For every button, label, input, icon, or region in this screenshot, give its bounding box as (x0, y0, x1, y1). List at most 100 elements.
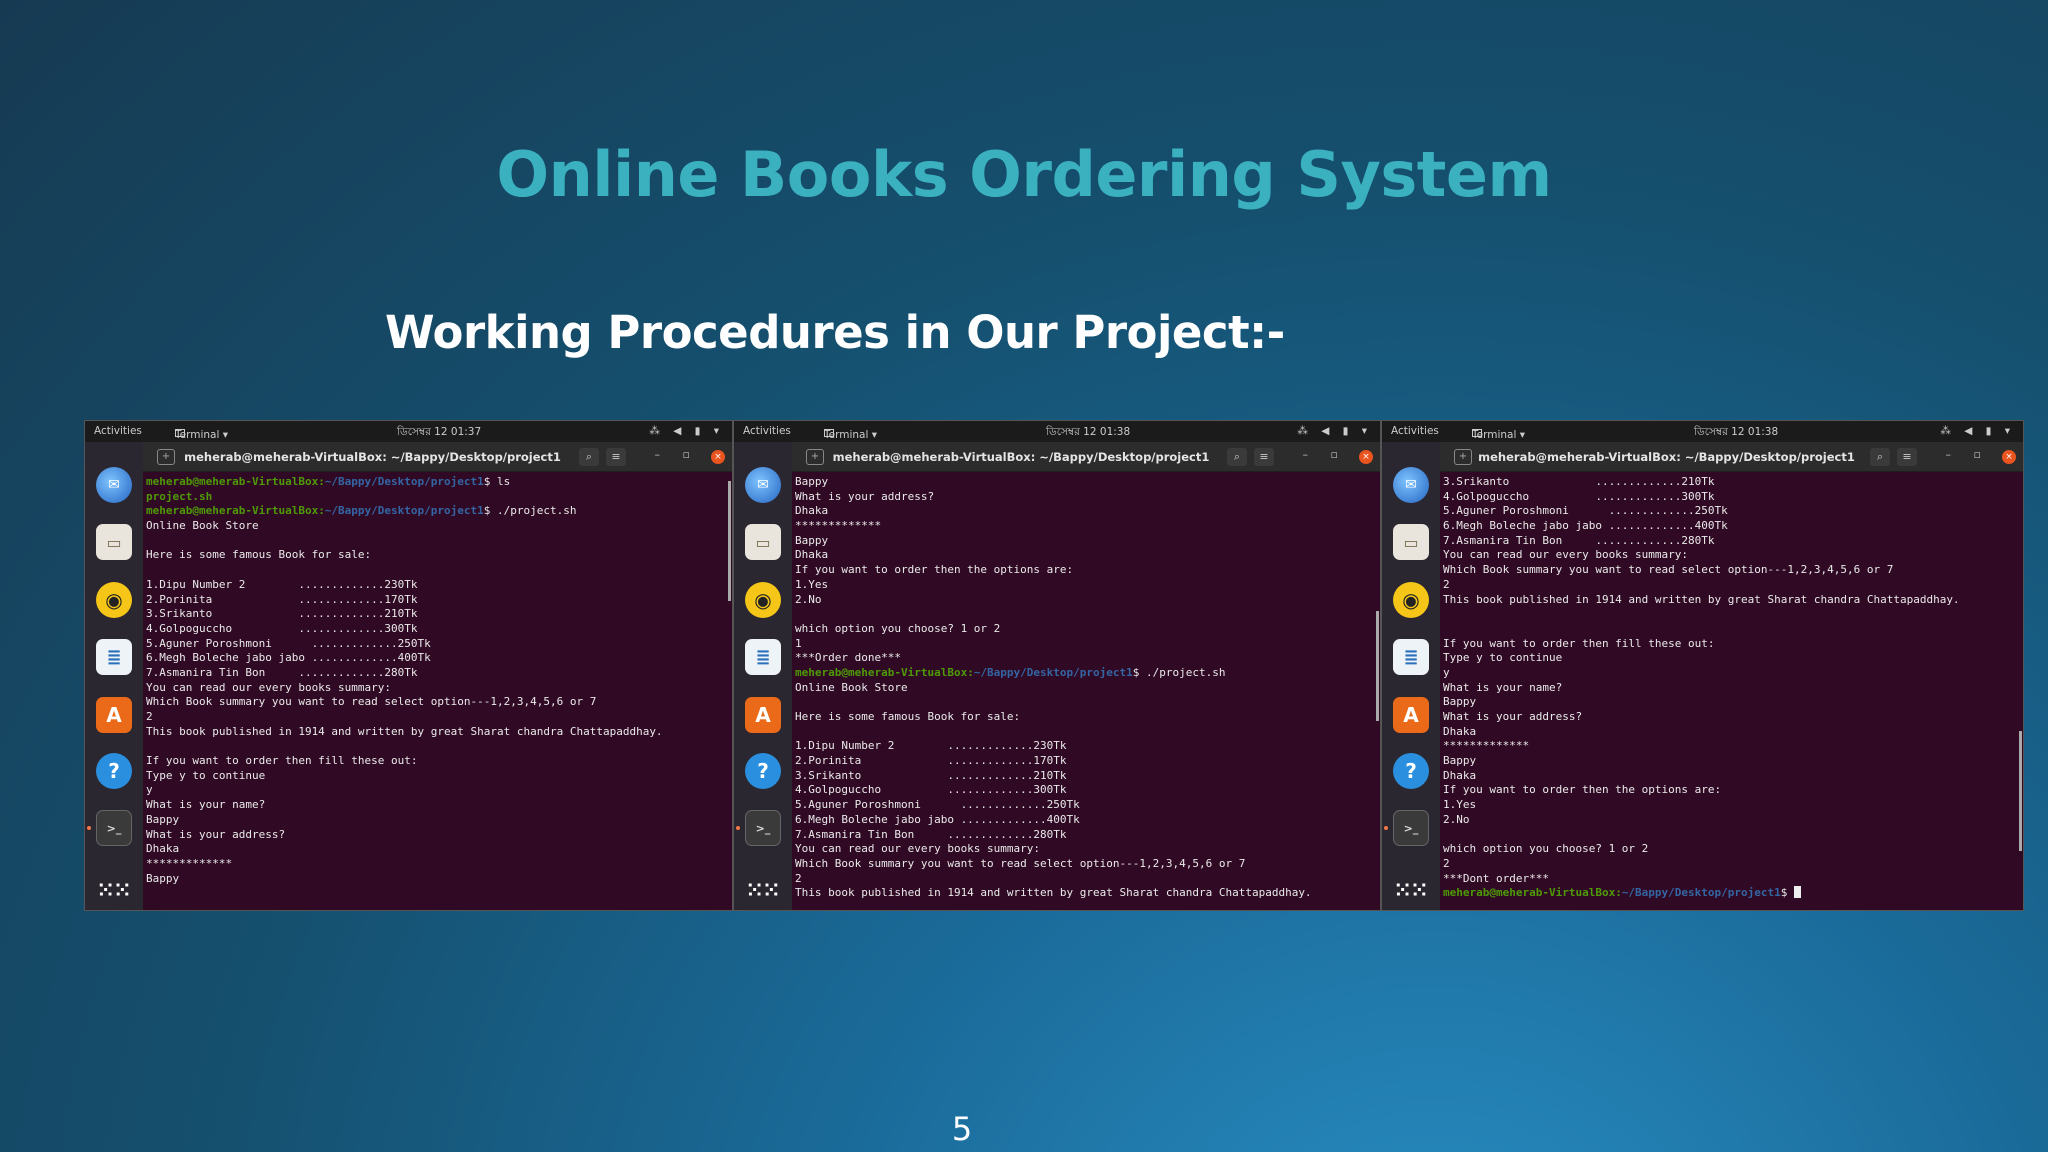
search-icon[interactable]: ⌕ (579, 448, 599, 466)
system-tray-icon[interactable]: ⁂ ◀ ▮ ▾ (1940, 425, 2015, 437)
terminal-line: 3.Srikanto .............210Tk (143, 607, 732, 622)
terminal-text: 1.Yes (795, 577, 829, 591)
writer-icon[interactable]: ≣ (1393, 639, 1429, 675)
writer-icon[interactable]: ≣ (96, 639, 132, 675)
menu-icon[interactable]: ≡ (1897, 448, 1917, 466)
help-icon[interactable]: ? (1393, 753, 1429, 789)
terminal-text: Which Book summary you want to read sele… (795, 856, 1246, 870)
maximize-icon[interactable]: ▫ (1331, 448, 1338, 461)
terminal-text: Here is some famous Book for sale: (795, 710, 1021, 723)
help-icon[interactable]: ? (745, 753, 781, 789)
system-tray-icon[interactable]: ⁂ ◀ ▮ ▾ (1297, 425, 1372, 437)
menu-icon[interactable]: ≡ (1254, 448, 1274, 466)
terminal-text: Online Book Store (795, 680, 908, 694)
slide-subtitle: Working Procedures in Our Project:- (385, 306, 1285, 359)
terminal-line: 1 (792, 637, 1380, 652)
show-apps-icon[interactable]: ⁙⁙ (96, 872, 132, 908)
terminal-line: which option you choose? 1 or 2 (792, 622, 1380, 637)
minimize-icon[interactable]: – (655, 448, 661, 461)
scrollbar[interactable] (2019, 731, 2022, 851)
terminal-text: which option you choose? 1 or 2 (1443, 842, 1649, 856)
terminal-text: What is your name? (1443, 680, 1563, 694)
terminal-line: If you want to order then the options ar… (1440, 783, 2023, 798)
terminal-line: Bappy (792, 475, 1380, 490)
terminal-icon[interactable]: >_ (745, 810, 781, 846)
activities-button[interactable]: Activities (1391, 425, 1439, 437)
terminal-menu-label: Terminal ▾ (175, 429, 228, 441)
terminal-output[interactable]: Bappy What is your address? Dhaka *********… (792, 472, 1380, 910)
thunderbird-icon[interactable]: ✉ (745, 467, 781, 503)
terminal-text: 2 (146, 710, 153, 723)
writer-icon[interactable]: ≣ (745, 639, 781, 675)
clock[interactable]: ডিসেম্বর 12 01:38 (1046, 425, 1130, 442)
prompt-path: ~/Bappy/Desktop/project1 (324, 475, 484, 488)
terminal-line: ***Dont order*** (1440, 872, 2023, 887)
running-indicator (736, 826, 740, 830)
close-icon[interactable]: × (1359, 450, 1373, 464)
terminal-text: 3.Srikanto .............210Tk (1443, 475, 1715, 488)
prompt-user: meherab@meherab-VirtualBox (795, 665, 968, 679)
system-tray-icon[interactable]: ⁂ ◀ ▮ ▾ (649, 425, 724, 437)
terminal-text: Which Book summary you want to read sele… (1443, 563, 1894, 577)
terminal-line: Online Book Store (143, 519, 732, 534)
software-store-icon[interactable]: A (96, 697, 132, 733)
software-store-icon[interactable]: A (1393, 697, 1429, 733)
prompt-user: meherab@meherab-VirtualBox (146, 504, 319, 518)
files-icon[interactable]: ▭ (96, 524, 132, 560)
terminal-text: 2.Porinita .............170Tk (795, 754, 1067, 768)
maximize-icon[interactable]: ▫ (1974, 448, 1981, 461)
top-bar: Activities Terminal ▾ ডিসেম্বর 12 01:38 … (734, 421, 1380, 442)
terminal-text: 3.Srikanto .............210Tk (146, 607, 418, 621)
maximize-icon[interactable]: ▫ (683, 448, 690, 461)
help-icon[interactable]: ? (96, 753, 132, 789)
page-number: 5 (951, 1110, 973, 1148)
terminal-text: 2 (795, 871, 802, 885)
terminal-line: 7.Asmanira Tin Bon .............280Tk (792, 828, 1380, 843)
terminal-text: 6.Megh Boleche jabo jabo .............40… (146, 651, 431, 665)
terminal-icon[interactable]: >_ (96, 810, 132, 846)
terminal-output[interactable]: meherab@meherab-VirtualBox:~/Bappy/Deskt… (143, 472, 732, 910)
clock[interactable]: ডিসেম্বর 12 01:37 (397, 425, 481, 442)
rhythmbox-icon[interactable]: ◉ (96, 582, 132, 618)
clock[interactable]: ডিসেম্বর 12 01:38 (1694, 425, 1778, 442)
minimize-icon[interactable]: – (1303, 448, 1309, 461)
thunderbird-icon[interactable]: ✉ (96, 467, 132, 503)
terminal-text: What is your address? (146, 827, 286, 841)
activities-button[interactable]: Activities (94, 425, 142, 437)
terminal-line: If you want to order then fill these out… (143, 754, 732, 769)
terminal-line: 1.Dipu Number 2 .............230Tk (143, 578, 732, 593)
files-icon[interactable]: ▭ (1393, 524, 1429, 560)
terminal-output[interactable]: 3.Srikanto .............210Tk 4.Golpogucc… (1440, 472, 2023, 910)
terminal-line: 2 (792, 872, 1380, 887)
terminal-text: Bappy (1443, 695, 1477, 709)
close-icon[interactable]: × (711, 450, 725, 464)
rhythmbox-icon[interactable]: ◉ (1393, 582, 1429, 618)
terminal-line: 4.Golpoguccho .............300Tk (143, 622, 732, 637)
terminal-text: 6.Megh Boleche jabo jabo .............40… (1443, 519, 1728, 533)
search-icon[interactable]: ⌕ (1870, 448, 1890, 466)
close-icon[interactable]: × (2002, 450, 2016, 464)
terminal-text: If you want to order then fill these out… (146, 754, 418, 768)
show-apps-icon[interactable]: ⁙⁙ (745, 872, 781, 908)
menu-icon[interactable]: ≡ (606, 448, 626, 466)
search-icon[interactable]: ⌕ (1227, 448, 1247, 466)
rhythmbox-icon[interactable]: ◉ (745, 582, 781, 618)
software-store-icon[interactable]: A (745, 697, 781, 733)
prompt-path: ~/Bappy/Desktop/project1 (324, 504, 484, 518)
show-apps-icon[interactable]: ⁙⁙ (1393, 872, 1429, 908)
terminal-text: 1 (795, 636, 802, 650)
scrollbar[interactable] (1376, 611, 1379, 721)
files-icon[interactable]: ▭ (745, 524, 781, 560)
minimize-icon[interactable]: – (1946, 448, 1952, 461)
scrollbar[interactable] (728, 481, 731, 601)
terminal-text: 1.Yes (1443, 798, 1477, 812)
terminal-text: Bappy (146, 871, 180, 885)
activities-button[interactable]: Activities (743, 425, 791, 437)
thunderbird-icon[interactable]: ✉ (1393, 467, 1429, 503)
terminal-icon[interactable]: >_ (1393, 810, 1429, 846)
